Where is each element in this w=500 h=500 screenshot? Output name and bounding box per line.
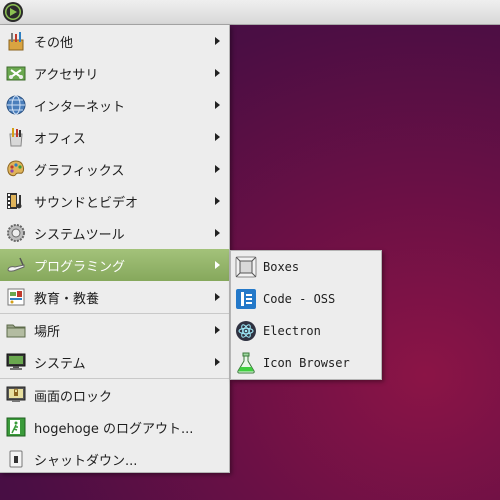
education-icon	[5, 286, 27, 308]
submenu-arrow-icon	[215, 133, 220, 141]
globe-icon	[5, 94, 27, 116]
submenu-item-boxes[interactable]: Boxes	[231, 251, 381, 283]
folder-icon	[5, 319, 27, 341]
menu-item-label: システム	[34, 356, 86, 372]
submenu-arrow-icon	[215, 197, 220, 205]
menu-item-label: シャットダウン...	[34, 453, 138, 469]
submenu-item-label: Code - OSS	[263, 292, 336, 306]
logout-icon	[5, 416, 27, 438]
computer-icon	[5, 351, 27, 373]
submenu-arrow-icon	[215, 165, 220, 173]
menu-item-internet[interactable]: インターネット	[0, 89, 229, 121]
submenu-arrow-icon	[215, 358, 220, 366]
submenu-arrow-icon	[215, 261, 220, 269]
mint-logo-icon[interactable]	[2, 1, 24, 23]
lock-screen-icon	[5, 384, 27, 406]
submenu-arrow-icon	[215, 37, 220, 45]
menu-item-logout[interactable]: hogehoge のログアウト...	[0, 411, 229, 443]
submenu-arrow-icon	[215, 69, 220, 77]
top-panel	[0, 0, 500, 25]
menu-item-places[interactable]: 場所	[0, 314, 229, 346]
boxes-icon	[235, 256, 257, 278]
menu-item-graphics[interactable]: グラフィックス	[0, 153, 229, 185]
flask-icon	[235, 352, 257, 374]
menu-item-education[interactable]: 教育・教養	[0, 281, 229, 313]
menu-item-system[interactable]: システム	[0, 346, 229, 378]
menu-item-programming[interactable]: プログラミング	[0, 249, 229, 281]
programming-submenu: Boxes Code - OSS Electron Icon Browser	[230, 250, 382, 380]
menu-item-label: システムツール	[34, 227, 125, 243]
menu-item-label: hogehoge のログアウト...	[34, 421, 194, 437]
menu-item-label: グラフィックス	[34, 163, 125, 179]
menu-item-system-tools[interactable]: システムツール	[0, 217, 229, 249]
gear-icon	[5, 222, 27, 244]
menu-item-label: 教育・教養	[34, 291, 100, 307]
submenu-arrow-icon	[215, 101, 220, 109]
menu-item-label: 場所	[34, 324, 61, 340]
menu-item-office[interactable]: オフィス	[0, 121, 229, 153]
submenu-item-label: Boxes	[263, 260, 300, 274]
office-icon	[5, 126, 27, 148]
menu-item-shutdown[interactable]: シャットダウン...	[0, 443, 229, 475]
menu-item-sound-video[interactable]: サウンドとビデオ	[0, 185, 229, 217]
menu-item-label: アクセサリ	[34, 67, 99, 83]
accessories-icon	[5, 62, 27, 84]
submenu-arrow-icon	[215, 229, 220, 237]
programming-icon	[5, 254, 27, 276]
shutdown-icon	[5, 448, 27, 470]
menu-item-label: オフィス	[34, 131, 86, 147]
submenu-arrow-icon	[215, 293, 220, 301]
menu-item-misc[interactable]: その他	[0, 25, 229, 57]
submenu-item-code-oss[interactable]: Code - OSS	[231, 283, 381, 315]
palette-icon	[5, 158, 27, 180]
electron-icon	[235, 320, 257, 342]
submenu-item-icon-browser[interactable]: Icon Browser	[231, 347, 381, 379]
menu-item-label: 画面のロック	[34, 389, 113, 405]
code-oss-icon	[235, 288, 257, 310]
menu-item-lock-screen[interactable]: 画面のロック	[0, 379, 229, 411]
menu-item-label: インターネット	[34, 99, 126, 115]
submenu-item-label: Icon Browser	[263, 356, 350, 370]
submenu-arrow-icon	[215, 326, 220, 334]
submenu-item-label: Electron	[263, 324, 321, 338]
film-music-icon	[5, 190, 27, 212]
menu-item-label: プログラミング	[34, 259, 126, 275]
menu-item-label: サウンドとビデオ	[34, 195, 139, 211]
application-menu: その他 アクセサリ インターネット オフィス グラフィックス サウンドとビデオ …	[0, 25, 230, 473]
menu-item-label: その他	[34, 35, 74, 51]
menu-item-accessories[interactable]: アクセサリ	[0, 57, 229, 89]
submenu-item-electron[interactable]: Electron	[231, 315, 381, 347]
misc-tools-icon	[5, 30, 27, 52]
